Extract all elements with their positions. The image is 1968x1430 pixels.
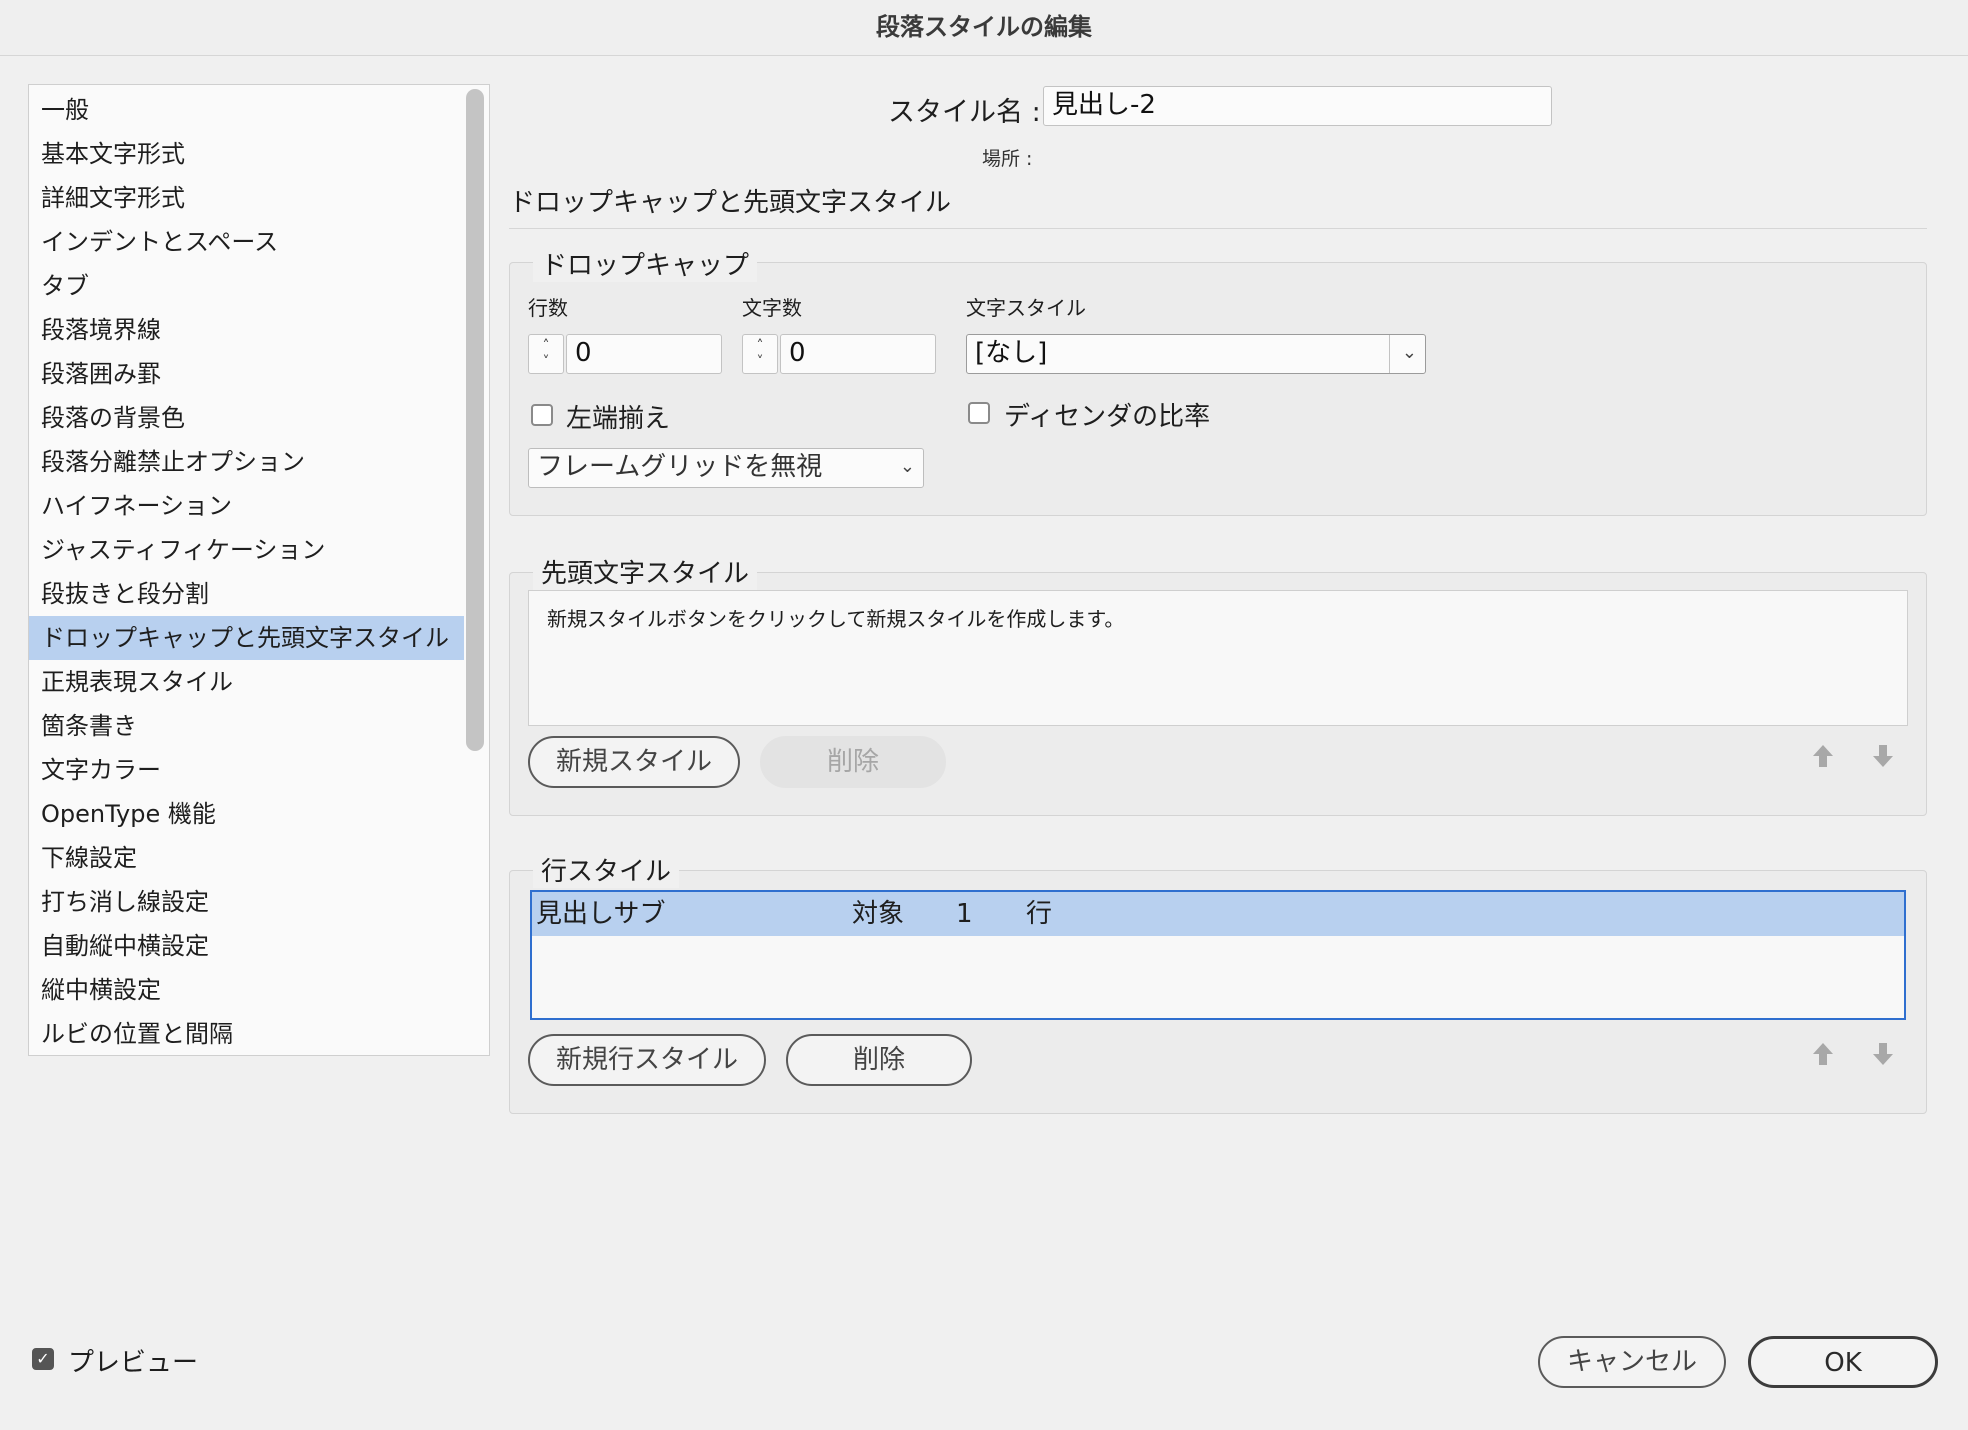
chars-stepper[interactable]: ˄ ˅ [742, 334, 778, 374]
align-left-label: 左端揃え [566, 404, 671, 434]
checkmark-icon: ✓ [36, 1349, 50, 1368]
new-line-style-button[interactable]: 新規行スタイル [528, 1034, 766, 1086]
arrow-up-icon[interactable] [1812, 1042, 1834, 1066]
descender-label: ディセンダの比率 [1004, 402, 1211, 432]
cancel-button[interactable]: キャンセル [1538, 1336, 1726, 1388]
header-divider [509, 228, 1927, 229]
chevron-up-icon[interactable]: ˄ [538, 338, 554, 354]
preview-label: プレビュー [68, 1348, 199, 1378]
line-styles-list[interactable]: 見出しサブ 対象 1 行 [530, 890, 1906, 1020]
style-name-input[interactable]: 見出し-2 [1043, 86, 1552, 126]
sidebar-item-justification[interactable]: ジャスティフィケーション [29, 528, 464, 572]
sidebar-item-hyphenation[interactable]: ハイフネーション [29, 484, 464, 528]
sidebar-item-paragraph-rules[interactable]: 段落境界線 [29, 308, 464, 352]
grid-option-dropdown[interactable]: フレームグリッドを無視 ⌄ [528, 448, 924, 488]
style-name-label: スタイル名 : [888, 97, 1041, 128]
chevron-down-icon[interactable]: ˅ [752, 354, 768, 370]
align-left-checkbox[interactable] [531, 404, 553, 426]
arrow-down-icon[interactable] [1872, 744, 1894, 768]
window-title: 段落スタイルの編集 [0, 0, 1968, 56]
line-style-count[interactable]: 1 [956, 892, 973, 936]
ok-button[interactable]: OK [1748, 1336, 1938, 1388]
sidebar-item-tabs[interactable]: タブ [29, 264, 464, 308]
sidebar-item-tate-chu-yoko[interactable]: 縦中横設定 [29, 968, 464, 1012]
sidebar-item-grep-styles[interactable]: 正規表現スタイル [29, 660, 464, 704]
line-style-unit[interactable]: 行 [1026, 892, 1052, 936]
sidebar-item-paragraph-border[interactable]: 段落囲み罫 [29, 352, 464, 396]
sidebar-item-indents-spacing[interactable]: インデントとスペース [29, 220, 464, 264]
chevron-down-icon[interactable]: ⌄ [1402, 335, 1417, 371]
sidebar-item-bullets-numbering[interactable]: 箇条書き [29, 704, 464, 748]
sidebar-item-drop-caps-nested-styles[interactable]: ドロップキャップと先頭文字スタイル [29, 616, 464, 660]
sidebar-item-character-color[interactable]: 文字カラー [29, 748, 464, 792]
dropcap-section-title: ドロップキャップ [533, 245, 758, 282]
arrow-up-icon[interactable] [1812, 744, 1834, 768]
nested-styles-empty-message: 新規スタイルボタンをクリックして新規スタイルを作成します。 [547, 607, 1125, 631]
new-nested-style-button[interactable]: 新規スタイル [528, 736, 740, 788]
sidebar-item-advanced-character-formats[interactable]: 詳細文字形式 [29, 176, 464, 220]
preview-checkbox[interactable]: ✓ [32, 1348, 54, 1370]
sidebar-scrollbar-thumb[interactable] [466, 89, 484, 751]
section-heading: ドロップキャップと先頭文字スタイル [509, 188, 952, 218]
location-label: 場所 : [982, 148, 1033, 170]
sidebar-item-keep-options[interactable]: 段落分離禁止オプション [29, 440, 464, 484]
sidebar-item-strikethrough-options[interactable]: 打ち消し線設定 [29, 880, 464, 924]
sidebar-item-ruby-position[interactable]: ルビの位置と間隔 [29, 1012, 464, 1055]
sidebar-item-paragraph-shading[interactable]: 段落の背景色 [29, 396, 464, 440]
chars-input[interactable]: 0 [780, 334, 936, 374]
dropdown-divider [1389, 335, 1390, 373]
sidebar-item-span-columns[interactable]: 段抜きと段分割 [29, 572, 464, 616]
sidebar-item-opentype-features[interactable]: OpenType 機能 [29, 792, 464, 836]
lines-label: 行数 [528, 296, 568, 320]
table-row[interactable]: 見出しサブ 対象 1 行 [532, 892, 1904, 936]
descender-checkbox[interactable] [968, 402, 990, 424]
char-style-label: 文字スタイル [966, 296, 1086, 320]
sidebar-item-auto-tate-chu-yoko[interactable]: 自動縦中横設定 [29, 924, 464, 968]
chevron-up-icon[interactable]: ˄ [752, 338, 768, 354]
chevron-down-icon[interactable]: ˅ [538, 354, 554, 370]
sidebar-item-basic-character-formats[interactable]: 基本文字形式 [29, 132, 464, 176]
char-style-value: [なし] [975, 338, 1048, 368]
lines-input[interactable]: 0 [566, 334, 722, 374]
sidebar-item-general[interactable]: 一般 [29, 88, 464, 132]
sidebar-item-underline-options[interactable]: 下線設定 [29, 836, 464, 880]
line-styles-title: 行スタイル [533, 851, 680, 888]
char-style-dropdown[interactable]: [なし] ⌄ [966, 334, 1426, 374]
arrow-down-icon[interactable] [1872, 1042, 1894, 1066]
lines-stepper[interactable]: ˄ ˅ [528, 334, 564, 374]
chevron-down-icon[interactable]: ⌄ [900, 449, 915, 485]
category-list[interactable]: 一般 基本文字形式 詳細文字形式 インデントとスペース タブ 段落境界線 段落囲… [28, 84, 490, 1056]
line-style-through[interactable]: 対象 [852, 892, 904, 936]
chars-label: 文字数 [742, 296, 802, 320]
grid-option-value: フレームグリッドを無視 [537, 452, 823, 482]
line-style-name[interactable]: 見出しサブ [536, 892, 665, 936]
delete-line-style-button[interactable]: 削除 [786, 1034, 972, 1086]
nested-styles-list[interactable]: 新規スタイルボタンをクリックして新規スタイルを作成します。 [528, 590, 1908, 726]
delete-nested-style-button[interactable]: 削除 [760, 736, 946, 788]
nested-styles-title: 先頭文字スタイル [533, 553, 758, 590]
